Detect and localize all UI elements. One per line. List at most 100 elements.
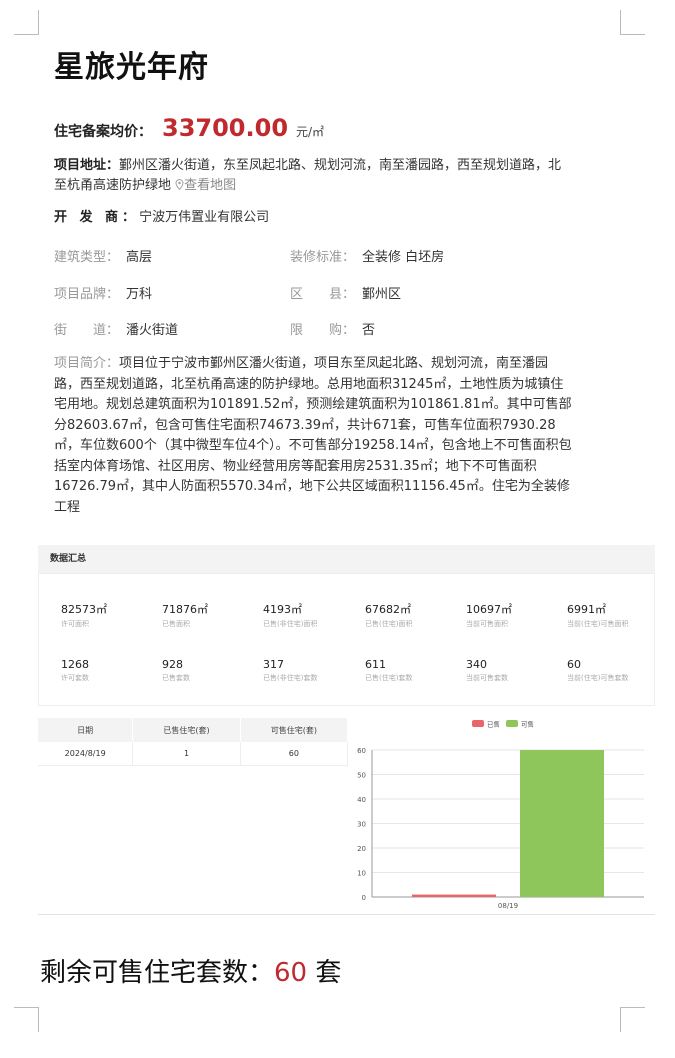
attr-street: 街 道： 潘火街道: [54, 319, 178, 338]
attr-key: 区 县：: [290, 287, 356, 302]
divider: [38, 914, 655, 915]
attr-key: 建筑类型：: [54, 250, 120, 265]
address-label: 项目地址：: [54, 158, 120, 173]
bar-sold: [412, 894, 496, 897]
table-row: 2024/8/19 1 60: [38, 742, 349, 766]
crop-mark: [14, 10, 39, 35]
attr-value: 万科: [126, 287, 153, 302]
legend-swatch: [506, 720, 518, 727]
stat-item: 4193㎡已售(非住宅)面积: [263, 601, 317, 629]
attr-building-type: 建筑类型： 高层: [54, 246, 152, 265]
attr-key: 限 购：: [290, 323, 356, 338]
developer-label: 开 发 商：: [54, 210, 140, 225]
y-tick-label: 50: [357, 772, 366, 780]
y-tick-label: 30: [357, 821, 366, 829]
y-tick-label: 40: [357, 796, 366, 804]
y-tick-label: 60: [357, 747, 366, 755]
stat-value: 317: [263, 658, 284, 671]
stat-label: 当前(住宅)可售面积: [567, 620, 629, 628]
project-address: 项目地址：鄞州区潘火街道，东至凤起北路、规划河流，南至潘园路，西至规划道路，北至…: [54, 156, 574, 196]
stat-label: 已售(非住宅)面积: [263, 620, 318, 628]
column-header-available: 可售住宅(套): [240, 718, 349, 742]
legend-label: 已售: [487, 720, 500, 729]
attr-value: 全装修 白坯房: [362, 250, 445, 265]
remaining-label: 剩余可售住宅套数：: [40, 958, 275, 988]
table-cell: 2024/8/19: [38, 742, 134, 766]
stat-label: 许可套数: [61, 674, 89, 682]
column-header-sold: 已售住宅(套): [132, 718, 241, 742]
stat-value: 1268: [61, 658, 89, 671]
attr-brand: 项目品牌： 万科: [54, 283, 152, 302]
stat-item: 71876㎡已售面积: [162, 601, 208, 629]
stat-value: 4193㎡: [263, 603, 302, 616]
attr-value: 否: [362, 323, 376, 338]
summary-title: 数据汇总: [38, 545, 655, 573]
stat-value: 10697㎡: [466, 603, 512, 616]
remaining-value: 60: [274, 958, 308, 988]
stat-label: 已售(非住宅)套数: [263, 674, 318, 682]
crop-mark: [14, 1007, 39, 1032]
attr-purchase-limit: 限 购： 否: [290, 319, 375, 338]
price-label: 住宅备案均价：: [54, 124, 152, 140]
table-header-row: 日期 已售住宅(套) 可售住宅(套): [38, 718, 349, 742]
stat-label: 当前(住宅)可售套数: [567, 674, 629, 682]
table-cell: 60: [240, 742, 349, 766]
stat-value: 6991㎡: [567, 603, 606, 616]
remaining-unit: 套: [315, 958, 342, 988]
stat-label: 已售(住宅)套数: [365, 674, 413, 682]
x-tick-label: 08/19: [498, 902, 518, 910]
price-row: 住宅备案均价： 33700.00 元/㎡: [54, 114, 324, 142]
stat-item: 6991㎡当前(住宅)可售面积: [567, 601, 628, 629]
column-header-date: 日期: [38, 718, 134, 742]
crop-mark: [620, 10, 645, 35]
attr-key: 街 道：: [54, 323, 120, 338]
view-map-label: 查看地图: [184, 178, 237, 193]
stat-label: 当前可售套数: [466, 674, 508, 682]
stat-value: 928: [162, 658, 183, 671]
project-intro: 项目简介：项目位于宁波市鄞州区潘火街道，项目东至凤起北路、规划河流，南至潘园路，…: [54, 354, 574, 518]
remaining-units: 剩余可售住宅套数：60 套: [40, 952, 341, 989]
legend-swatch: [472, 720, 484, 727]
table-cell: 1: [132, 742, 241, 766]
developer: 开 发 商：宁波万伟置业有限公司: [54, 206, 269, 225]
stat-item: 10697㎡当前可售面积: [466, 601, 512, 629]
stat-item: 67682㎡已售(住宅)面积: [365, 601, 412, 629]
y-tick-label: 20: [357, 845, 366, 853]
legend-label: 可售: [521, 720, 534, 729]
address-value: 鄞州区潘火街道，东至凤起北路、规划河流，南至潘园路，西至规划道路，北至杭甬高速防…: [54, 158, 562, 193]
stat-value: 82573㎡: [61, 603, 107, 616]
stat-label: 许可面积: [61, 620, 89, 628]
bar-available: [520, 750, 604, 897]
view-map-link[interactable]: 查看地图: [175, 178, 236, 193]
page-title: 星旅光年府: [54, 50, 209, 85]
stat-value: 611: [365, 658, 386, 671]
attr-value: 高层: [126, 250, 153, 265]
stat-value: 340: [466, 658, 487, 671]
location-pin-icon: [175, 179, 184, 190]
stat-item: 611 已售(住宅)套数: [365, 658, 412, 683]
sales-table: 日期 已售住宅(套) 可售住宅(套) 2024/8/19 1 60: [38, 718, 349, 766]
stat-value: 71876㎡: [162, 603, 208, 616]
intro-label: 项目简介：: [54, 356, 120, 371]
attr-decoration: 装修标准： 全装修 白坯房: [290, 246, 444, 265]
stat-label: 已售套数: [162, 674, 190, 682]
stat-label: 已售面积: [162, 620, 190, 628]
attr-district: 区 县： 鄞州区: [290, 283, 401, 302]
stat-value: 60: [567, 658, 581, 671]
intro-text: 项目位于宁波市鄞州区潘火街道，项目东至凤起北路、规划河流，南至潘园路，西至规划道…: [54, 356, 572, 515]
developer-value: 宁波万伟置业有限公司: [139, 210, 270, 225]
price-unit: 元/㎡: [296, 125, 325, 139]
price-value: 33700.00: [162, 114, 289, 142]
stat-item: 60 当前(住宅)可售套数: [567, 658, 628, 683]
attr-value: 潘火街道: [126, 323, 179, 338]
stat-label: 当前可售面积: [466, 620, 508, 628]
stat-item: 82573㎡许可面积: [61, 601, 107, 629]
stat-item: 1268 许可套数: [61, 658, 89, 683]
stat-item: 317 已售(非住宅)套数: [263, 658, 317, 683]
sales-bar-chart: 0 10 20 30 40 50 60 08/19 已售 可售: [357, 720, 644, 910]
crop-mark: [620, 1007, 645, 1032]
y-tick-label: 0: [362, 894, 366, 902]
stat-label: 已售(住宅)面积: [365, 620, 413, 628]
stat-value: 67682㎡: [365, 603, 411, 616]
y-tick-label: 10: [357, 870, 366, 878]
